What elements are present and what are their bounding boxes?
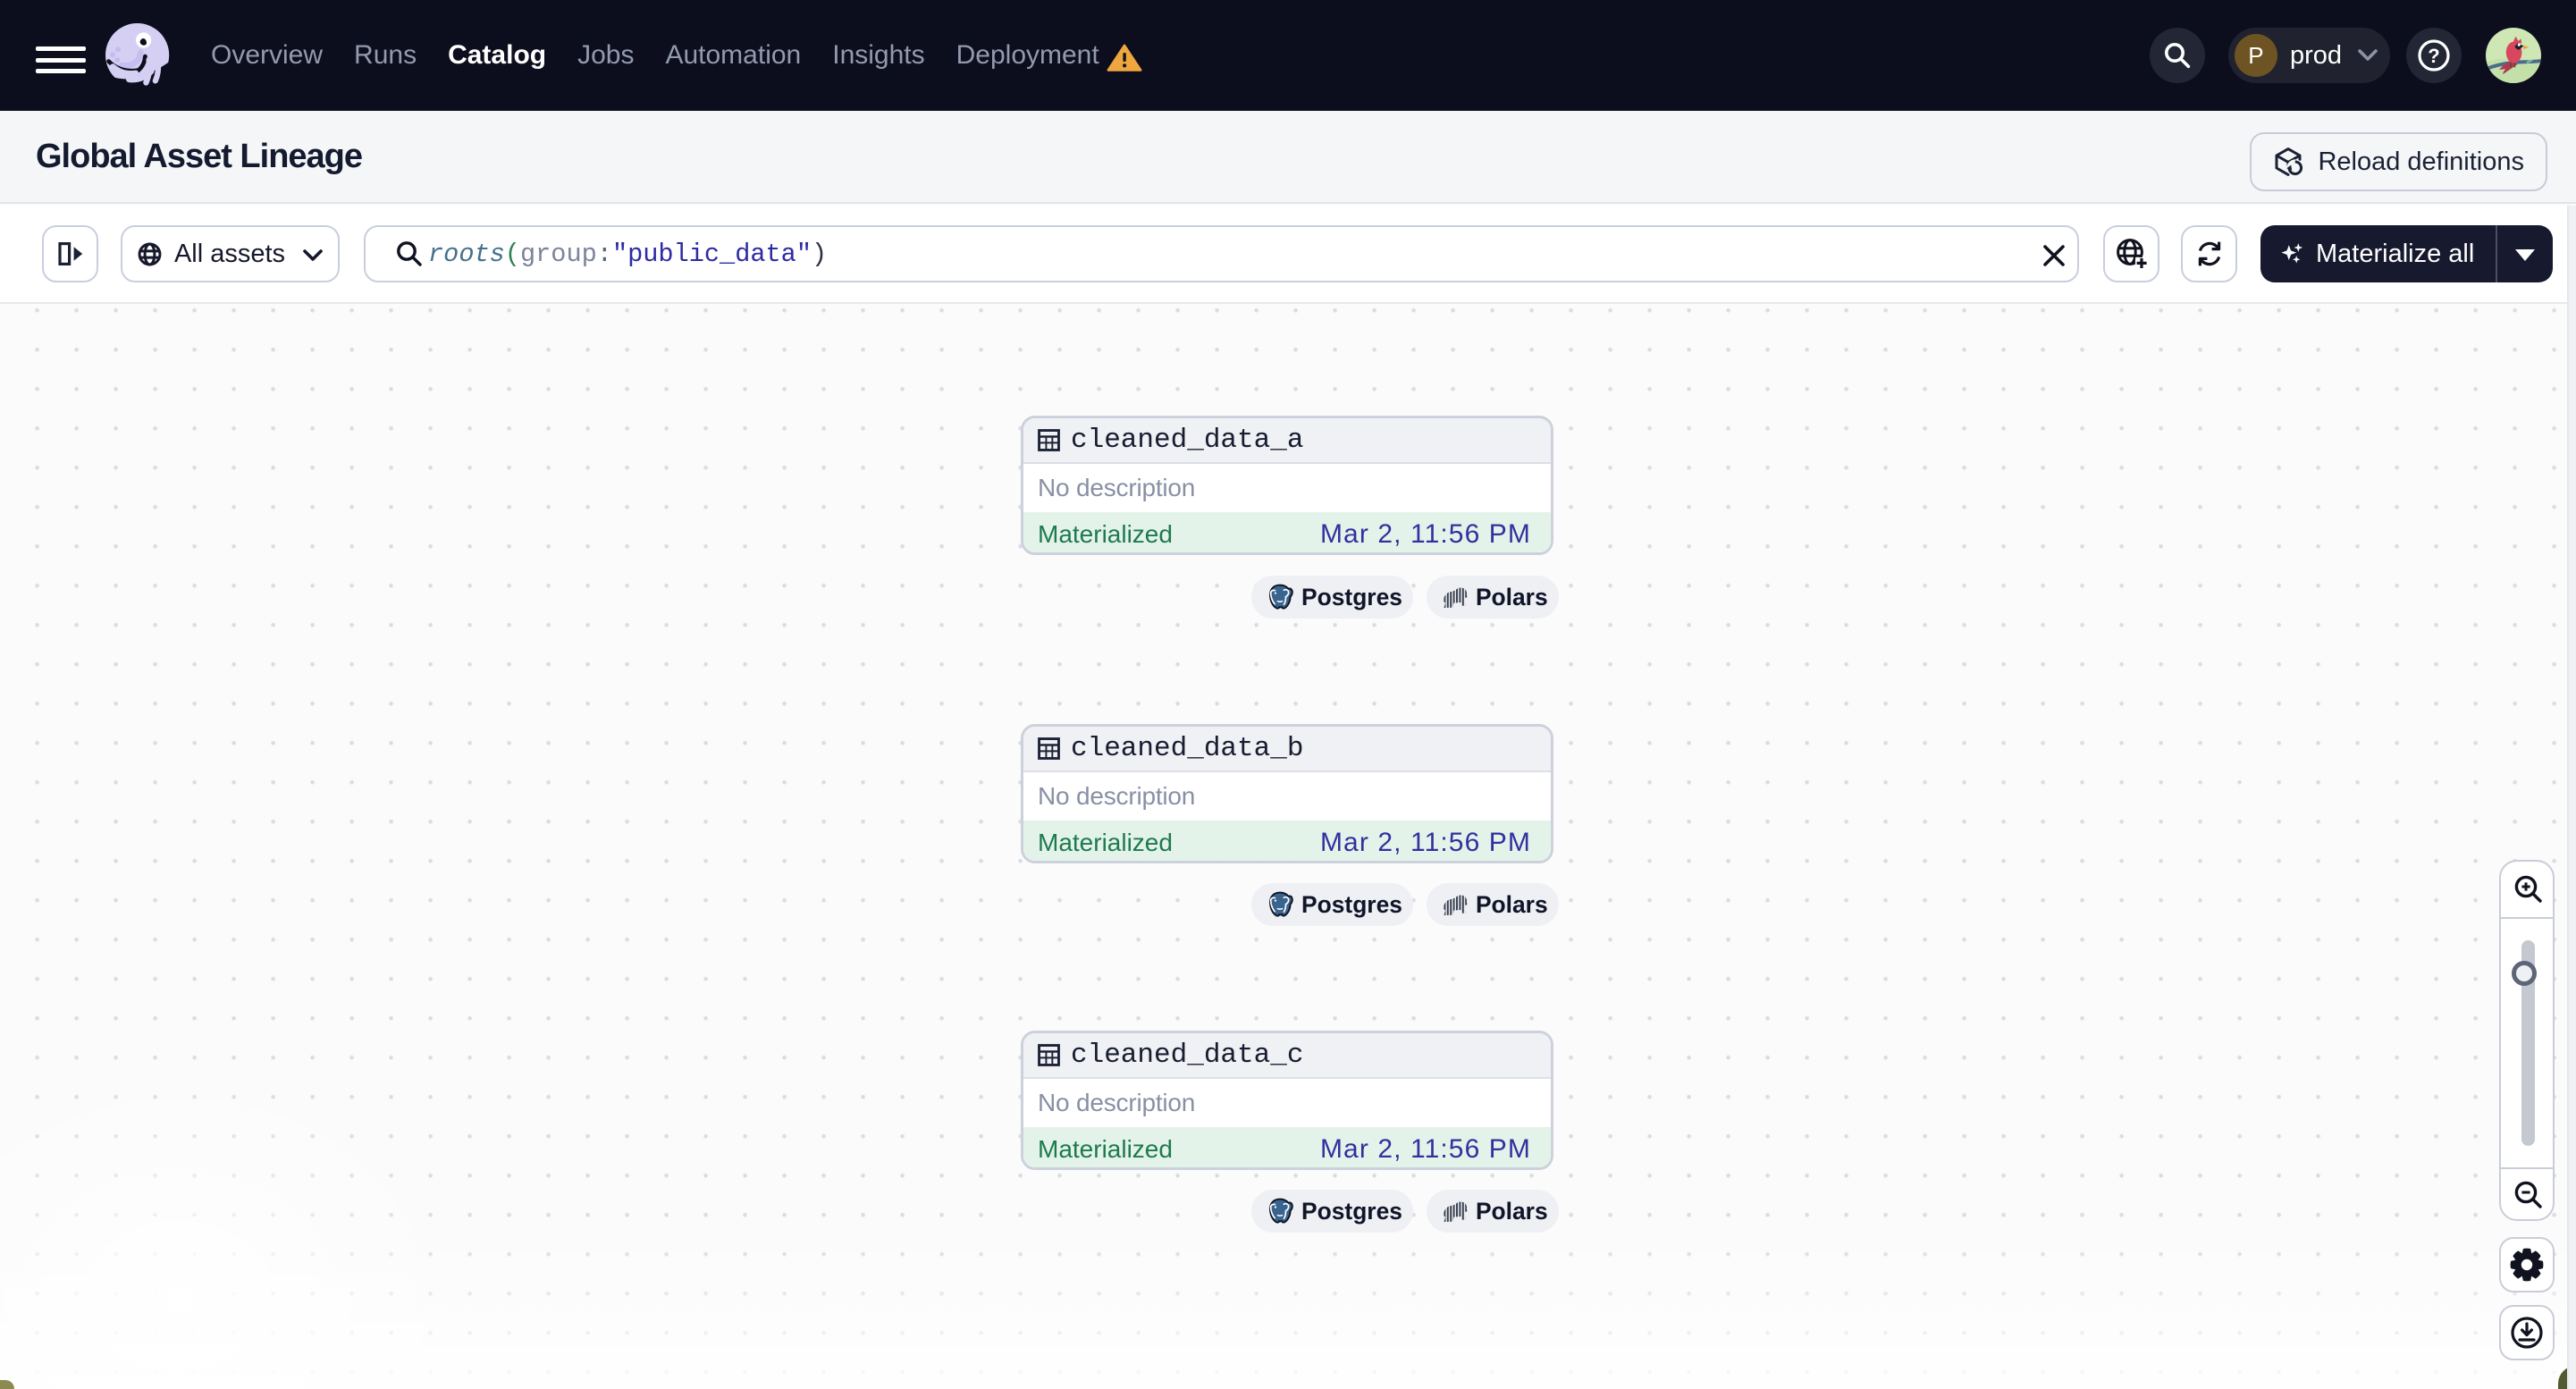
svg-text:?: ? [2428,45,2439,67]
